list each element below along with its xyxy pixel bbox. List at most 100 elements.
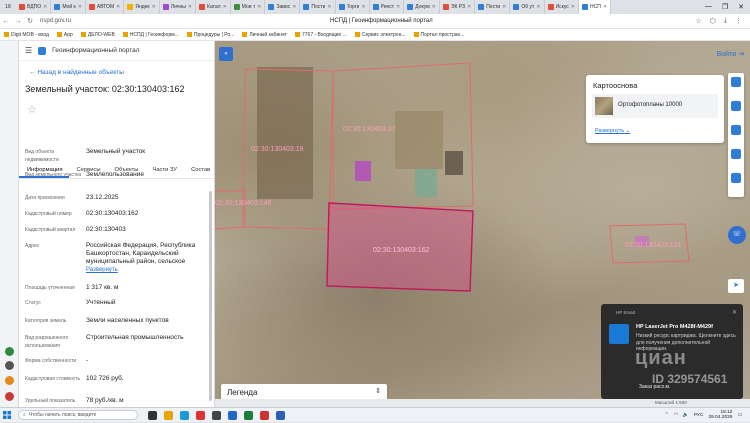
close-icon[interactable]: ✕ [738,3,744,11]
expand-link[interactable]: Развернуть [86,267,118,273]
browser-tab[interactable]: Яндек ✕ [124,0,160,14]
bookmark-item[interactable]: Портал простран... [413,32,464,38]
bookmark-item[interactable]: НСПД | Геоинформ... [122,32,179,38]
volume-icon[interactable]: 🔈 [683,413,689,418]
print-icon[interactable] [731,149,741,159]
browser-tab[interactable]: Мой к ✕ [51,0,86,14]
layers-icon[interactable] [731,77,741,87]
browser-tab[interactable]: Мои т ✕ [231,0,266,14]
bookmark-star-icon[interactable]: ☆ [695,17,701,25]
bookmark-icon [4,32,9,37]
browser-tab[interactable]: ЭК РЗ ✕ [440,0,476,14]
browser-tab[interactable]: НСП ✕ [579,0,612,14]
language-indicator[interactable]: РУС [694,413,704,418]
browser-tab[interactable]: Пости ✕ [300,0,336,14]
task-view-icon[interactable] [148,410,157,420]
browser-tab[interactable]: АВТОМ ✕ [86,0,125,14]
browser-tab[interactable]: Об ут ✕ [510,0,545,14]
extensions-icon[interactable]: ⬡ [710,17,716,25]
maximize-icon[interactable]: ❐ [722,3,728,11]
bookmark-item[interactable]: Digit MOB - вход [4,32,49,38]
basemap-option[interactable]: Ортофотопланы 10000 [592,94,718,118]
browser-tab[interactable]: Катал ✕ [196,0,231,14]
menu-icon[interactable]: ⋮ [735,17,742,25]
browser-tab[interactable]: Торги ✕ [336,0,370,14]
minimize-icon[interactable]: — [705,3,712,11]
close-tab-icon[interactable]: ✕ [78,4,82,10]
close-tab-icon[interactable]: ✕ [467,4,471,10]
property-key: Площадь уточненная [25,285,75,291]
rail-app-icon[interactable] [5,361,14,370]
favorite-star-icon[interactable]: ☆ [27,103,37,116]
close-tab-icon[interactable]: ✕ [571,4,575,10]
clock[interactable]: 18:12 29.04.2026 [708,410,732,421]
share-icon[interactable] [731,173,741,183]
back-to-results-link[interactable]: ← Назад в найденные объекты [29,69,124,76]
app-icon[interactable] [212,410,221,420]
chevron-up-icon[interactable]: ⌃ [665,413,669,418]
close-tab-icon[interactable]: ✕ [327,4,331,10]
browser-tab[interactable]: Реест ✕ [370,0,405,14]
rail-app-icon[interactable] [5,376,14,385]
close-tab-icon[interactable]: ✕ [223,4,227,10]
watermark: циан [635,347,687,369]
bookmark-item[interactable]: Личный кабинет [242,32,287,38]
chat-support-icon[interactable]: ☏ [728,226,746,244]
start-button[interactable] [0,408,14,423]
panel-scrollbar[interactable] [209,191,212,401]
url-field[interactable]: nspd.gov.ru [40,18,71,24]
download-icon[interactable]: ⤓ [724,17,727,25]
bookmark-item[interactable]: Процедуры | Ро... [186,32,234,38]
basemap-expand-link[interactable]: Развернуть ⌄ [595,128,630,134]
close-icon[interactable]: ✕ [732,309,737,316]
back-icon[interactable]: ← [0,18,12,25]
collapse-panel-button[interactable]: « [219,47,233,61]
close-tab-icon[interactable]: ✕ [432,4,436,10]
pdf-icon[interactable] [260,410,269,420]
parcel-outline[interactable] [215,190,246,230]
browser-tab[interactable]: Искус ✕ [545,0,579,14]
close-tab-icon[interactable]: ✕ [603,4,607,10]
taskbar-search[interactable]: ⌕ Чтобы начать поиск, введите [18,410,138,420]
browser-tab[interactable]: Пости ✕ [475,0,511,14]
close-tab-icon[interactable]: ✕ [292,4,296,10]
bookmark-item[interactable]: ДЕЛО-WEB [80,32,115,38]
browser-tab[interactable]: Завис ✕ [265,0,301,14]
explorer-icon[interactable] [164,410,173,420]
property-value-text: 1 317 кв. м [86,284,119,291]
word-icon[interactable] [276,410,285,420]
close-tab-icon[interactable]: ✕ [188,4,192,10]
browser-tab[interactable]: ВДПО ✕ [16,0,52,14]
property-value: Земельный участок [86,148,206,156]
close-tab-icon[interactable]: ✕ [43,4,47,10]
forward-icon[interactable]: → [12,18,24,25]
yandex-icon[interactable] [228,410,237,420]
notifications-icon[interactable]: ▭ [737,413,742,418]
close-tab-icon[interactable]: ✕ [502,4,506,10]
close-tab-icon[interactable]: ✕ [257,4,261,10]
close-tab-icon[interactable]: ✕ [536,4,540,10]
close-tab-icon[interactable]: ✕ [116,4,120,10]
tab-favicon-icon [582,4,588,10]
bookmark-item[interactable]: 7767 - Входящие ... [294,32,347,38]
rail-app-icon[interactable] [5,392,14,401]
wifi-icon[interactable]: ◠ [674,413,678,418]
login-link[interactable]: Войти ⇥ [717,50,744,58]
close-tab-icon[interactable]: ✕ [152,4,156,10]
bookmark-item[interactable]: App [56,32,73,38]
reload-icon[interactable]: ↻ [24,17,36,25]
chrome-icon[interactable] [196,410,205,420]
basemap-icon[interactable] [731,101,741,111]
locate-me-icon[interactable]: ➤ [728,279,744,293]
close-tab-icon[interactable]: ✕ [396,4,400,10]
measure-icon[interactable] [731,125,741,135]
rail-app-icon[interactable] [5,347,14,356]
edge-icon[interactable] [180,410,189,420]
tab-count[interactable]: 18 [0,4,16,10]
bookmark-item[interactable]: Сервис электрон... [354,32,406,38]
close-tab-icon[interactable]: ✕ [361,4,365,10]
hamburger-icon[interactable]: ☰ [25,46,32,55]
browser-tab[interactable]: Докум ✕ [404,0,440,14]
browser-tab[interactable]: Личны ✕ [160,0,197,14]
excel-icon[interactable] [244,410,253,420]
